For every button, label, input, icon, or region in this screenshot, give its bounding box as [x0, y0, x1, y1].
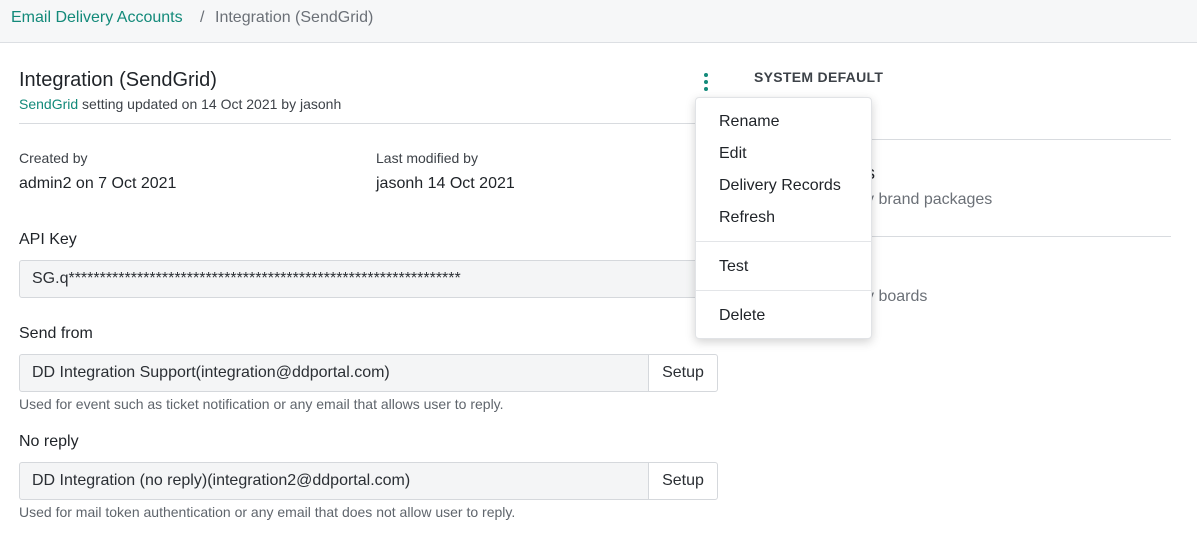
menu-item-test[interactable]: Test	[696, 252, 871, 282]
menu-item-delete[interactable]: Delete	[696, 301, 871, 331]
no-reply-help: Used for mail token authentication or an…	[19, 504, 516, 520]
kebab-dot	[704, 87, 708, 91]
send-from-help: Used for event such as ticket notificati…	[19, 396, 504, 412]
kebab-dot	[704, 80, 708, 84]
page-title: Integration (SendGrid)	[19, 69, 217, 91]
breadcrumb-link-email-delivery-accounts[interactable]: Email Delivery Accounts	[11, 9, 183, 27]
side-brand-packages-partial: y brand packages	[866, 191, 993, 208]
actions-menu: Rename Edit Delivery Records Refresh Tes…	[695, 97, 872, 339]
menu-separator	[696, 290, 871, 291]
api-key-field[interactable]: SG.q************************************…	[19, 260, 719, 298]
breadcrumb: Email Delivery Accounts / Integration (S…	[0, 0, 1197, 43]
send-from-label: Send from	[19, 325, 93, 342]
system-default-heading: SYSTEM DEFAULT	[754, 69, 884, 85]
menu-item-rename[interactable]: Rename	[696, 107, 871, 137]
side-boards-partial: y boards	[866, 288, 928, 305]
breadcrumb-separator: /	[200, 9, 205, 26]
api-key-label: API Key	[19, 231, 77, 248]
menu-item-edit[interactable]: Edit	[696, 139, 871, 169]
menu-item-refresh[interactable]: Refresh	[696, 203, 871, 233]
send-from-setup-button[interactable]: Setup	[648, 354, 718, 392]
menu-item-delivery-records[interactable]: Delivery Records	[696, 171, 871, 201]
page-subtitle: SendGrid setting updated on 14 Oct 2021 …	[19, 96, 341, 112]
kebab-dot	[704, 73, 708, 77]
header-divider	[19, 123, 698, 124]
no-reply-label: No reply	[19, 433, 79, 450]
more-vertical-icon[interactable]	[698, 70, 714, 94]
menu-separator	[696, 241, 871, 242]
sendgrid-link[interactable]: SendGrid	[19, 96, 78, 112]
send-from-field[interactable]: DD Integration Support(integration@ddpor…	[19, 354, 650, 392]
breadcrumb-current: Integration (SendGrid)	[215, 9, 374, 26]
no-reply-field[interactable]: DD Integration (no reply)(integration2@d…	[19, 462, 650, 500]
no-reply-setup-button[interactable]: Setup	[648, 462, 718, 500]
last-modified-value: jasonh 14 Oct 2021	[376, 175, 515, 192]
created-by-label: Created by	[19, 150, 88, 166]
last-modified-label: Last modified by	[376, 150, 478, 166]
subtitle-text: setting updated on 14 Oct 2021 by jasonh	[78, 96, 342, 112]
created-by-value: admin2 on 7 Oct 2021	[19, 175, 177, 192]
